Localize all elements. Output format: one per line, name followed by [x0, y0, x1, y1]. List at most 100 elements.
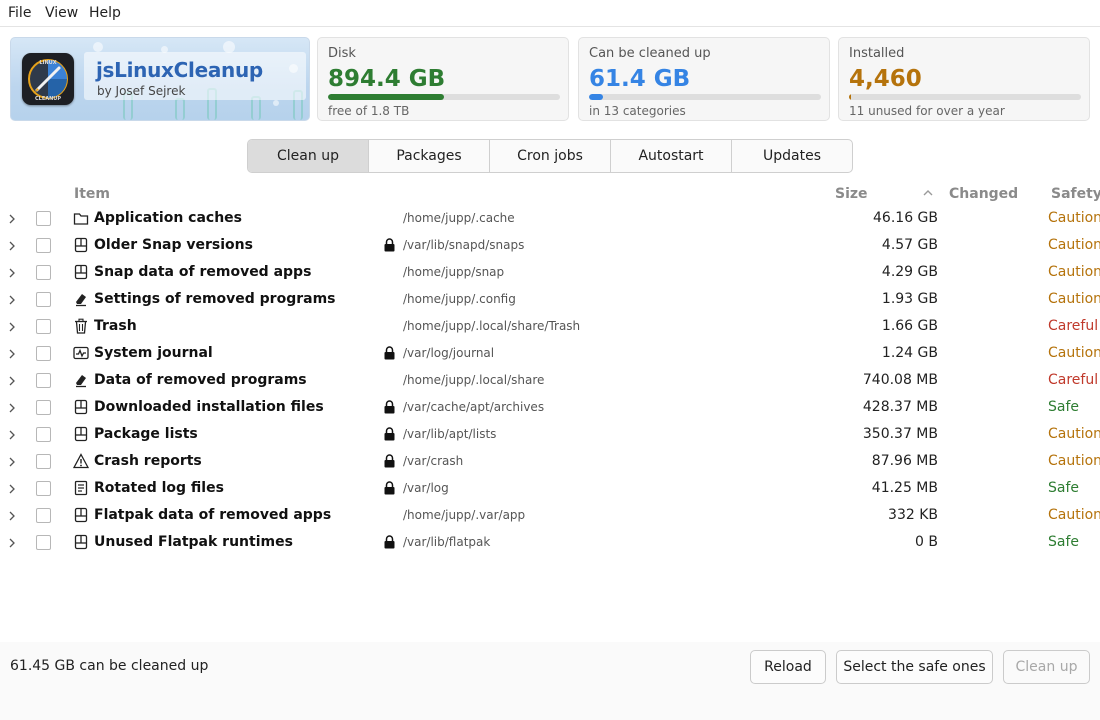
document-icon [73, 480, 89, 496]
chevron-right-icon[interactable] [6, 402, 18, 414]
chevron-right-icon[interactable] [6, 294, 18, 306]
row-checkbox[interactable] [36, 508, 51, 523]
row-safety: Safe [1048, 534, 1080, 550]
table-row[interactable]: Unused Flatpak runtimes/var/lib/flatpak 0… [0, 530, 1100, 557]
menu-file[interactable]: File [8, 5, 31, 21]
reload-button[interactable]: Reload [750, 650, 826, 684]
row-path: /home/jupp/.local/share [403, 373, 545, 387]
row-checkbox[interactable] [36, 292, 51, 307]
row-safety: Careful [1048, 318, 1099, 334]
chevron-right-icon[interactable] [6, 348, 18, 360]
row-checkbox[interactable] [36, 211, 51, 226]
row-name: Data of removed programs [94, 372, 307, 388]
table-row[interactable]: Older Snap versions/var/lib/snapd/snaps 4… [0, 233, 1100, 260]
row-checkbox[interactable] [36, 427, 51, 442]
disk-usage-bar [328, 94, 560, 100]
chevron-right-icon[interactable] [6, 429, 18, 441]
eraser-icon [73, 291, 89, 307]
table-row[interactable]: Settings of removed programs/home/jupp/.… [0, 287, 1100, 314]
tab-autostart[interactable]: Autostart [611, 140, 732, 172]
row-checkbox[interactable] [36, 481, 51, 496]
table-row[interactable]: Application caches/home/jupp/.cache 46.16… [0, 206, 1100, 233]
row-checkbox[interactable] [36, 319, 51, 334]
lock-icon [384, 346, 395, 360]
row-safety: Careful [1048, 372, 1099, 388]
row-size: 87.96 MB [871, 453, 938, 469]
row-checkbox[interactable] [36, 238, 51, 253]
column-header-changed[interactable]: Changed [949, 186, 1018, 202]
tab-cron-jobs[interactable]: Cron jobs [490, 140, 611, 172]
row-size: 1.93 GB [881, 291, 938, 307]
row-safety: Caution [1048, 210, 1100, 226]
column-header-item[interactable]: Item [74, 186, 110, 202]
chevron-right-icon[interactable] [6, 321, 18, 333]
chevron-right-icon[interactable] [6, 240, 18, 252]
table-row[interactable]: Flatpak data of removed apps/home/jupp/.… [0, 503, 1100, 530]
chevron-right-icon[interactable] [6, 483, 18, 495]
row-checkbox[interactable] [36, 400, 51, 415]
cleanable-card-value: 61.4 GB [589, 66, 691, 92]
chevron-right-icon[interactable] [6, 510, 18, 522]
disk-card-sub: free of 1.8 TB [328, 104, 410, 118]
row-checkbox[interactable] [36, 454, 51, 469]
installed-bar [849, 94, 1081, 100]
select-safe-button[interactable]: Select the safe ones [836, 650, 993, 684]
row-name: Rotated log files [94, 480, 224, 496]
tab-updates[interactable]: Updates [732, 140, 852, 172]
column-header-safety[interactable]: Safety [1051, 186, 1100, 202]
table-row[interactable]: Downloaded installation files/var/cache/… [0, 395, 1100, 422]
tab-packages[interactable]: Packages [369, 140, 490, 172]
cleanable-fill [589, 94, 603, 100]
menu-view[interactable]: View [45, 5, 78, 21]
row-path: /var/lib/flatpak [403, 535, 491, 549]
table-row[interactable]: Package lists/var/lib/apt/lists 350.37 MB… [0, 422, 1100, 449]
chevron-right-icon[interactable] [6, 375, 18, 387]
package-icon [73, 399, 89, 415]
lock-icon [384, 454, 395, 468]
chevron-up-icon [922, 187, 934, 199]
installed-card: Installed 4,460 11 unused for over a yea… [838, 37, 1090, 121]
table-row[interactable]: Data of removed programs/home/jupp/.loca… [0, 368, 1100, 395]
row-checkbox[interactable] [36, 535, 51, 550]
folder-icon [73, 210, 89, 226]
installed-card-sub: 11 unused for over a year [849, 104, 1005, 118]
row-path: /var/log [403, 481, 449, 495]
menu-bar: File View Help [0, 0, 1100, 27]
chevron-right-icon[interactable] [6, 537, 18, 549]
lock-icon [384, 481, 395, 495]
package-icon [73, 507, 89, 523]
table-row[interactable]: System journal/var/log/journal 1.24 GB Cau… [0, 341, 1100, 368]
row-checkbox[interactable] [36, 265, 51, 280]
row-path: /var/crash [403, 454, 464, 468]
row-path: /var/lib/snapd/snaps [403, 238, 525, 252]
cleanable-card-title: Can be cleaned up [589, 46, 711, 61]
chevron-right-icon[interactable] [6, 267, 18, 279]
app-banner: LINUX CLEANUP jsLinuxCleanup by Josef Se… [10, 37, 310, 121]
row-checkbox[interactable] [36, 373, 51, 388]
row-checkbox[interactable] [36, 346, 51, 361]
package-icon [73, 426, 89, 442]
package-icon [73, 264, 89, 280]
column-header-size[interactable]: Size [835, 186, 868, 202]
tab-clean-up[interactable]: Clean up [248, 140, 369, 172]
row-size: 1.66 GB [881, 318, 938, 334]
chevron-right-icon[interactable] [6, 456, 18, 468]
package-icon [73, 534, 89, 550]
row-path: /home/jupp/.config [403, 292, 516, 306]
table-row[interactable]: Crash reports/var/crash 87.96 MB Caution [0, 449, 1100, 476]
table-row[interactable]: Trash/home/jupp/.local/share/Trash 1.66 G… [0, 314, 1100, 341]
row-size: 1.24 GB [881, 345, 938, 361]
menu-help[interactable]: Help [89, 5, 121, 21]
table-row[interactable]: Rotated log files/var/log 41.25 MB Safe [0, 476, 1100, 503]
chevron-right-icon[interactable] [6, 213, 18, 225]
lock-icon [384, 427, 395, 441]
row-name: Downloaded installation files [94, 399, 324, 415]
clean-up-button[interactable]: Clean up [1003, 650, 1090, 684]
eraser-icon [73, 372, 89, 388]
row-safety: Caution [1048, 507, 1100, 523]
row-size: 41.25 MB [871, 480, 938, 496]
row-name: Package lists [94, 426, 198, 442]
status-text: 61.45 GB can be cleaned up [10, 658, 209, 674]
row-name: Older Snap versions [94, 237, 253, 253]
table-row[interactable]: Snap data of removed apps/home/jupp/snap… [0, 260, 1100, 287]
